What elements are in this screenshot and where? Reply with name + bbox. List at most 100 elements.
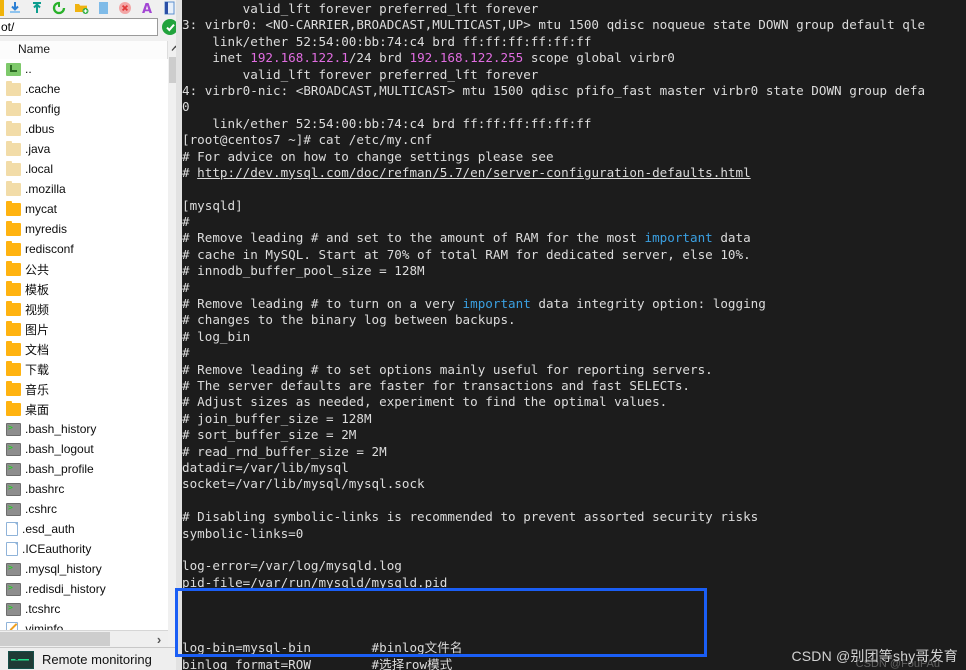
file-list-item[interactable]: 视频: [0, 299, 168, 319]
file-name-label: .bashrc: [25, 482, 65, 496]
refresh-icon[interactable]: [48, 0, 70, 16]
terminal-line: [mysqld]: [182, 197, 243, 213]
file-list-item[interactable]: 文档: [0, 339, 168, 359]
file-list-item[interactable]: 图片: [0, 319, 168, 339]
terminal-token: data integrity option: logging: [530, 296, 766, 312]
file-list-item[interactable]: .local: [0, 159, 168, 179]
terminal-token: 192.168.122.255: [409, 50, 524, 66]
file-list-item[interactable]: .cshrc: [0, 499, 168, 519]
terminal-line: # Remove leading # to set options mainly…: [182, 361, 713, 377]
file-name-label: .dbus: [25, 122, 55, 136]
file-list-item[interactable]: 公共: [0, 259, 168, 279]
file-list-item[interactable]: .bash_logout: [0, 439, 168, 459]
file-list-item[interactable]: 模板: [0, 279, 168, 299]
folder-icon: [6, 240, 21, 256]
shell-script-icon: [6, 561, 21, 576]
file-list-item[interactable]: .config: [0, 99, 168, 119]
path-input[interactable]: ot/: [0, 18, 158, 36]
file-list-item[interactable]: 下载: [0, 359, 168, 379]
file-list-item[interactable]: .viminfo: [0, 619, 168, 630]
config-file-icon: [6, 622, 18, 630]
terminal-line: #: [182, 345, 190, 361]
shell-script-icon: [6, 601, 21, 616]
folder-icon: [6, 340, 21, 356]
folder-icon: [6, 160, 21, 176]
terminal-line: # Remove leading # to turn on a very imp…: [182, 296, 966, 312]
file-list-item[interactable]: .ICEauthority: [0, 539, 168, 559]
terminal-token: /24 brd: [348, 50, 410, 66]
file-list-item[interactable]: .bash_profile: [0, 459, 168, 479]
file-list-item[interactable]: .esd_auth: [0, 519, 168, 539]
folder-icon: [6, 80, 21, 96]
remote-monitoring-tab[interactable]: Remote monitoring: [0, 647, 182, 670]
terminal-line: valid_lft forever preferred_lft forever: [182, 1, 539, 16]
folder-icon: [6, 260, 21, 276]
terminal-output-pane[interactable]: valid_lft forever preferred_lft forever 3…: [182, 0, 966, 670]
file-list-item[interactable]: .mozilla: [0, 179, 168, 199]
file-list-item[interactable]: redisconf: [0, 239, 168, 259]
file-list-item[interactable]: .java: [0, 139, 168, 159]
file-name-label: 视频: [25, 302, 50, 317]
terminal-line: inet 192.168.122.1/24 brd 192.168.122.25…: [182, 50, 966, 66]
file-list[interactable]: .. .cache .config .dbus .java .local .mozilla m…: [0, 59, 168, 630]
document-icon: [6, 542, 18, 556]
file-name-label: mycat: [25, 202, 58, 216]
folder-icon: [6, 380, 21, 396]
file-list-item[interactable]: .dbus: [0, 119, 168, 139]
rename-icon[interactable]: A: [136, 0, 158, 16]
scroll-right-icon[interactable]: ›: [152, 631, 166, 647]
terminal-line: pid-file=/var/run/mysqld/mysqld.pid: [182, 574, 448, 590]
file-name-label: 文档: [25, 342, 50, 357]
folder-icon: [6, 280, 21, 296]
file-list-item[interactable]: .redisdi_history: [0, 579, 168, 599]
file-name-label: 下载: [25, 362, 50, 377]
file-list-item[interactable]: mycat: [0, 199, 168, 219]
file-name-label: .bash_logout: [25, 442, 94, 456]
file-list-horizontal-scrollbar[interactable]: ›: [0, 630, 168, 647]
file-name-label: 图片: [25, 322, 50, 337]
file-list-item[interactable]: .cache: [0, 79, 168, 99]
folder-icon: [6, 120, 21, 136]
file-browser-toolbar: A: [0, 0, 182, 16]
file-list-item[interactable]: myredis: [0, 219, 168, 239]
file-list-item[interactable]: .mysql_history: [0, 559, 168, 579]
shell-script-icon: [6, 421, 21, 436]
shell-script-icon: [6, 581, 21, 596]
terminal-line: socket=/var/lib/mysql/mysql.sock: [182, 476, 425, 492]
remote-monitoring-label: Remote monitoring: [42, 652, 152, 667]
new-folder-icon[interactable]: [70, 0, 92, 16]
column-header-name[interactable]: Name: [18, 42, 50, 56]
terminal-token: scope global virbr0: [523, 50, 675, 66]
folder-icon: [6, 200, 21, 216]
folder-icon: [6, 320, 21, 336]
file-name-label: redisconf: [25, 242, 74, 256]
file-list-item[interactable]: .bash_history: [0, 419, 168, 439]
download-icon[interactable]: [4, 0, 26, 16]
new-file-icon[interactable]: [92, 0, 114, 16]
terminal-token: data: [712, 230, 751, 246]
delete-icon[interactable]: [114, 0, 136, 16]
terminal-line: # Disabling symbolic-links is recommende…: [182, 509, 759, 525]
folder-icon: [6, 360, 21, 376]
file-list-item[interactable]: 桌面: [0, 399, 168, 419]
terminal-line: 0: [182, 99, 190, 115]
terminal-token: important: [644, 230, 713, 246]
terminal-token: # Remove leading # to turn on a very: [182, 296, 463, 312]
terminal-line: datadir=/var/lib/mysql: [182, 459, 349, 475]
horizontal-scroll-thumb[interactable]: [0, 632, 110, 646]
file-name-label: myredis: [25, 222, 68, 236]
terminal-text: valid_lft forever preferred_lft forever 3…: [182, 0, 966, 670]
terminal-line: # read_rnd_buffer_size = 2M: [182, 443, 387, 459]
terminal-line: # sort_buffer_size = 2M: [182, 427, 357, 443]
file-list-item[interactable]: .tcshrc: [0, 599, 168, 619]
folder-icon: [6, 180, 21, 196]
upload-icon[interactable]: [26, 0, 48, 16]
file-list-item[interactable]: 音乐: [0, 379, 168, 399]
file-list-item[interactable]: ..: [0, 59, 168, 79]
file-name-label: .java: [25, 142, 51, 156]
file-list-item[interactable]: .bashrc: [0, 479, 168, 499]
terminal-line: # join_buffer_size = 128M: [182, 410, 372, 426]
folder-icon: [6, 220, 21, 236]
